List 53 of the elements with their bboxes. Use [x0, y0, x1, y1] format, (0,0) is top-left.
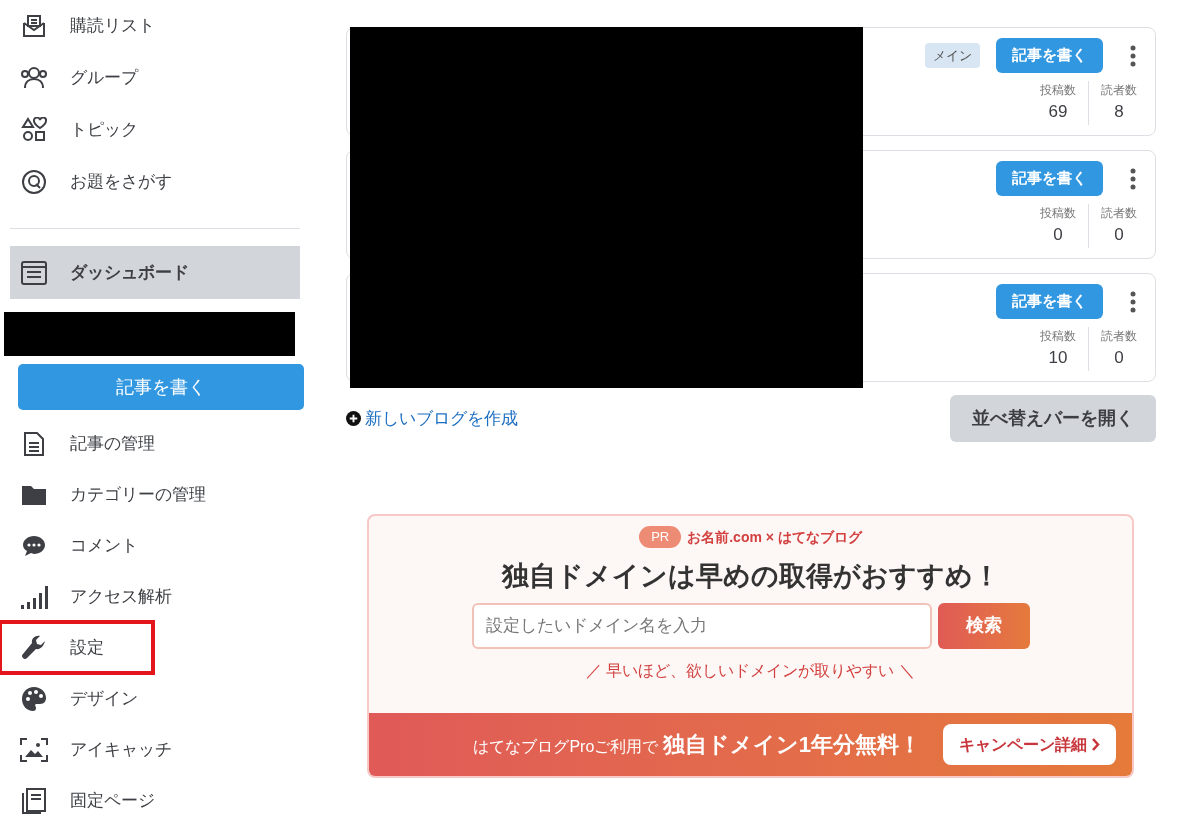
- pr-badge: PR: [639, 526, 682, 548]
- dashboard-nav-item[interactable]: ダッシュボード: [10, 246, 300, 299]
- nav-item[interactable]: 設定: [0, 622, 153, 673]
- post-count: 0: [1053, 224, 1063, 246]
- promo-note: ／ 早いほど、欲しいドメインが取りやすい ＼: [586, 660, 915, 681]
- reader-count: 8: [1114, 101, 1124, 123]
- nav-item[interactable]: デザイン: [0, 673, 142, 724]
- domain-input-field[interactable]: 設定したいドメイン名を入力: [471, 602, 932, 649]
- document-icon: [23, 430, 45, 457]
- more-icon: [1130, 44, 1136, 67]
- more-icon: [1130, 290, 1136, 313]
- nav-item[interactable]: アクセス解析: [0, 571, 176, 622]
- post-count: 10: [1048, 347, 1068, 369]
- speech-q-icon: [21, 169, 47, 195]
- wrench-icon: [21, 634, 47, 661]
- campaign-details-button[interactable]: キャンペーン詳細: [943, 724, 1116, 765]
- pages-icon: [22, 787, 46, 814]
- promo-headline: 独自ドメインは早めの取得がおすすめ！: [501, 560, 1000, 593]
- nav-item[interactable]: 固定ページ: [0, 775, 159, 826]
- speech-bubble-icon: [22, 534, 46, 557]
- create-blog-link[interactable]: 新しいブログを作成: [346, 405, 518, 432]
- sort-bar-button[interactable]: 並べ替えバーを開く: [950, 395, 1156, 442]
- main-badge: メイン: [925, 42, 980, 69]
- people-icon: [20, 65, 48, 91]
- nav-item[interactable]: アイキャッチ: [0, 724, 176, 775]
- stat-label: 投稿数: [1040, 205, 1076, 222]
- signal-bars-icon: [20, 584, 48, 609]
- envelope-icon: [21, 13, 47, 39]
- nav-item[interactable]: カテゴリーの管理: [0, 469, 210, 520]
- banner-text: はてなブログProご利用で 独自ドメイン1年分無料！: [473, 731, 921, 759]
- sponsor-text: お名前.com × はてなブログ: [687, 527, 862, 547]
- reader-count: 0: [1114, 224, 1124, 246]
- stat-label: 読者数: [1101, 205, 1137, 222]
- more-icon: [1130, 167, 1136, 190]
- stat-label: 投稿数: [1040, 82, 1076, 99]
- nav-item[interactable]: 記事の管理: [0, 418, 159, 469]
- list-panel-icon: [21, 260, 47, 285]
- palette-icon: [21, 685, 47, 712]
- stat-label: 投稿数: [1040, 328, 1076, 345]
- reader-count: 0: [1114, 347, 1124, 369]
- image-frame-icon: [20, 737, 48, 762]
- plus-circle-icon: [346, 411, 361, 426]
- nav-item[interactable]: お題をさがす: [0, 156, 310, 208]
- folder-icon: [21, 483, 47, 506]
- nav-item[interactable]: コメント: [0, 520, 142, 571]
- shapes-icon: [21, 117, 47, 143]
- stat-label: 読者数: [1101, 82, 1137, 99]
- stat-label: 読者数: [1101, 328, 1137, 345]
- nav-item[interactable]: トピック: [0, 104, 310, 156]
- post-count: 69: [1048, 101, 1068, 123]
- nav-item[interactable]: グループ: [0, 52, 310, 104]
- chevron-right-icon: [1091, 738, 1100, 751]
- nav-item[interactable]: 購読リスト: [0, 0, 310, 52]
